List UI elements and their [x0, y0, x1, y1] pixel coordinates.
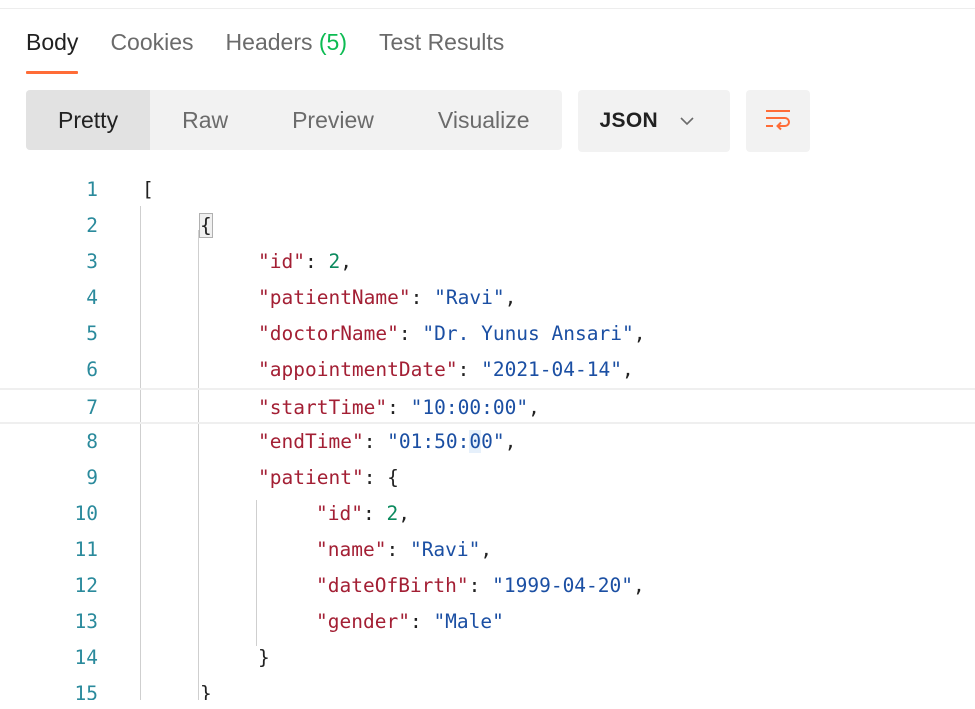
code-text: { — [199, 213, 213, 238]
tab-body-label: Body — [26, 29, 79, 55]
view-mode-switcher: Pretty Raw Preview Visualize — [26, 90, 562, 150]
code-line[interactable]: 4 "patientName": "Ravi", — [0, 280, 975, 316]
response-tabs: Body Cookies Headers (5) Test Results — [26, 26, 536, 76]
line-number: 14 — [74, 646, 98, 669]
tab-headers[interactable]: Headers (5) — [226, 26, 347, 74]
code-text: "endTime": "01:50:00", — [258, 430, 517, 453]
view-pretty-button[interactable]: Pretty — [26, 90, 151, 150]
code-text: "patient": { — [258, 466, 399, 489]
line-number: 10 — [74, 502, 98, 525]
code-text: "id": 2, — [258, 250, 352, 273]
code-line[interactable]: 13 "gender": "Male" — [0, 604, 975, 640]
response-toolbar: Pretty Raw Preview Visualize JSON — [26, 90, 810, 152]
line-number: 13 — [74, 610, 98, 633]
line-number: 15 — [74, 682, 98, 700]
tab-headers-label: Headers — [225, 29, 313, 55]
code-line[interactable]: 11 "name": "Ravi", — [0, 532, 975, 568]
code-text: "dateOfBirth": "1999-04-20", — [316, 574, 645, 597]
line-number: 6 — [86, 358, 98, 381]
code-text: "patientName": "Ravi", — [258, 286, 517, 309]
line-number: 2 — [86, 214, 98, 237]
chevron-down-icon — [680, 116, 694, 126]
code-line[interactable]: 8 "endTime": "01:50:00", — [0, 424, 975, 460]
line-number: 8 — [86, 430, 98, 453]
wrap-lines-icon — [764, 107, 792, 136]
code-text: [ — [142, 178, 154, 201]
view-visualize-button[interactable]: Visualize — [406, 90, 562, 150]
code-line[interactable]: 2{ — [0, 208, 975, 244]
line-number: 1 — [86, 178, 98, 201]
code-text: } — [200, 682, 212, 700]
line-number: 3 — [86, 250, 98, 273]
line-number: 7 — [86, 396, 98, 419]
line-number: 12 — [74, 574, 98, 597]
code-line[interactable]: 5 "doctorName": "Dr. Yunus Ansari", — [0, 316, 975, 352]
code-text: "doctorName": "Dr. Yunus Ansari", — [258, 322, 646, 345]
tab-body[interactable]: Body — [26, 26, 79, 74]
line-number: 9 — [86, 466, 98, 489]
line-number: 4 — [86, 286, 98, 309]
view-preview-button[interactable]: Preview — [260, 90, 406, 150]
code-text: "startTime": "10:00:00", — [258, 396, 540, 419]
code-text: "appointmentDate": "2021-04-14", — [258, 358, 634, 381]
tab-cookies[interactable]: Cookies — [110, 26, 193, 74]
code-text: "id": 2, — [316, 502, 410, 525]
code-text: } — [258, 646, 270, 669]
format-select-value: JSON — [599, 109, 658, 132]
format-select[interactable]: JSON — [577, 90, 730, 152]
code-line[interactable]: 14} — [0, 640, 975, 676]
code-text: "gender": "Male" — [316, 610, 504, 633]
view-raw-button[interactable]: Raw — [150, 90, 260, 150]
code-line[interactable]: 9 "patient": { — [0, 460, 975, 496]
code-line[interactable]: 10 "id": 2, — [0, 496, 975, 532]
line-number: 5 — [86, 322, 98, 345]
top-divider — [0, 8, 975, 9]
response-body-editor[interactable]: 1[2{3 "id": 2, 4 "patientName": "Ravi", 5 "do… — [0, 172, 975, 700]
line-number: 11 — [74, 538, 98, 561]
code-line[interactable]: 6 "appointmentDate": "2021-04-14", — [0, 352, 975, 388]
code-line[interactable]: 12 "dateOfBirth": "1999-04-20", — [0, 568, 975, 604]
code-line[interactable]: 15} — [0, 676, 975, 700]
code-line[interactable]: 3 "id": 2, — [0, 244, 975, 280]
headers-count-badge: (5) — [318, 29, 347, 55]
wrap-lines-button[interactable] — [745, 90, 810, 152]
tab-cookies-label: Cookies — [110, 29, 194, 55]
code-text: "name": "Ravi", — [316, 538, 493, 561]
tab-test-results[interactable]: Test Results — [379, 26, 504, 74]
code-line[interactable]: 1[ — [0, 172, 975, 208]
tab-test-results-label: Test Results — [379, 29, 505, 55]
code-line[interactable]: 7 "startTime": "10:00:00", — [0, 388, 975, 424]
